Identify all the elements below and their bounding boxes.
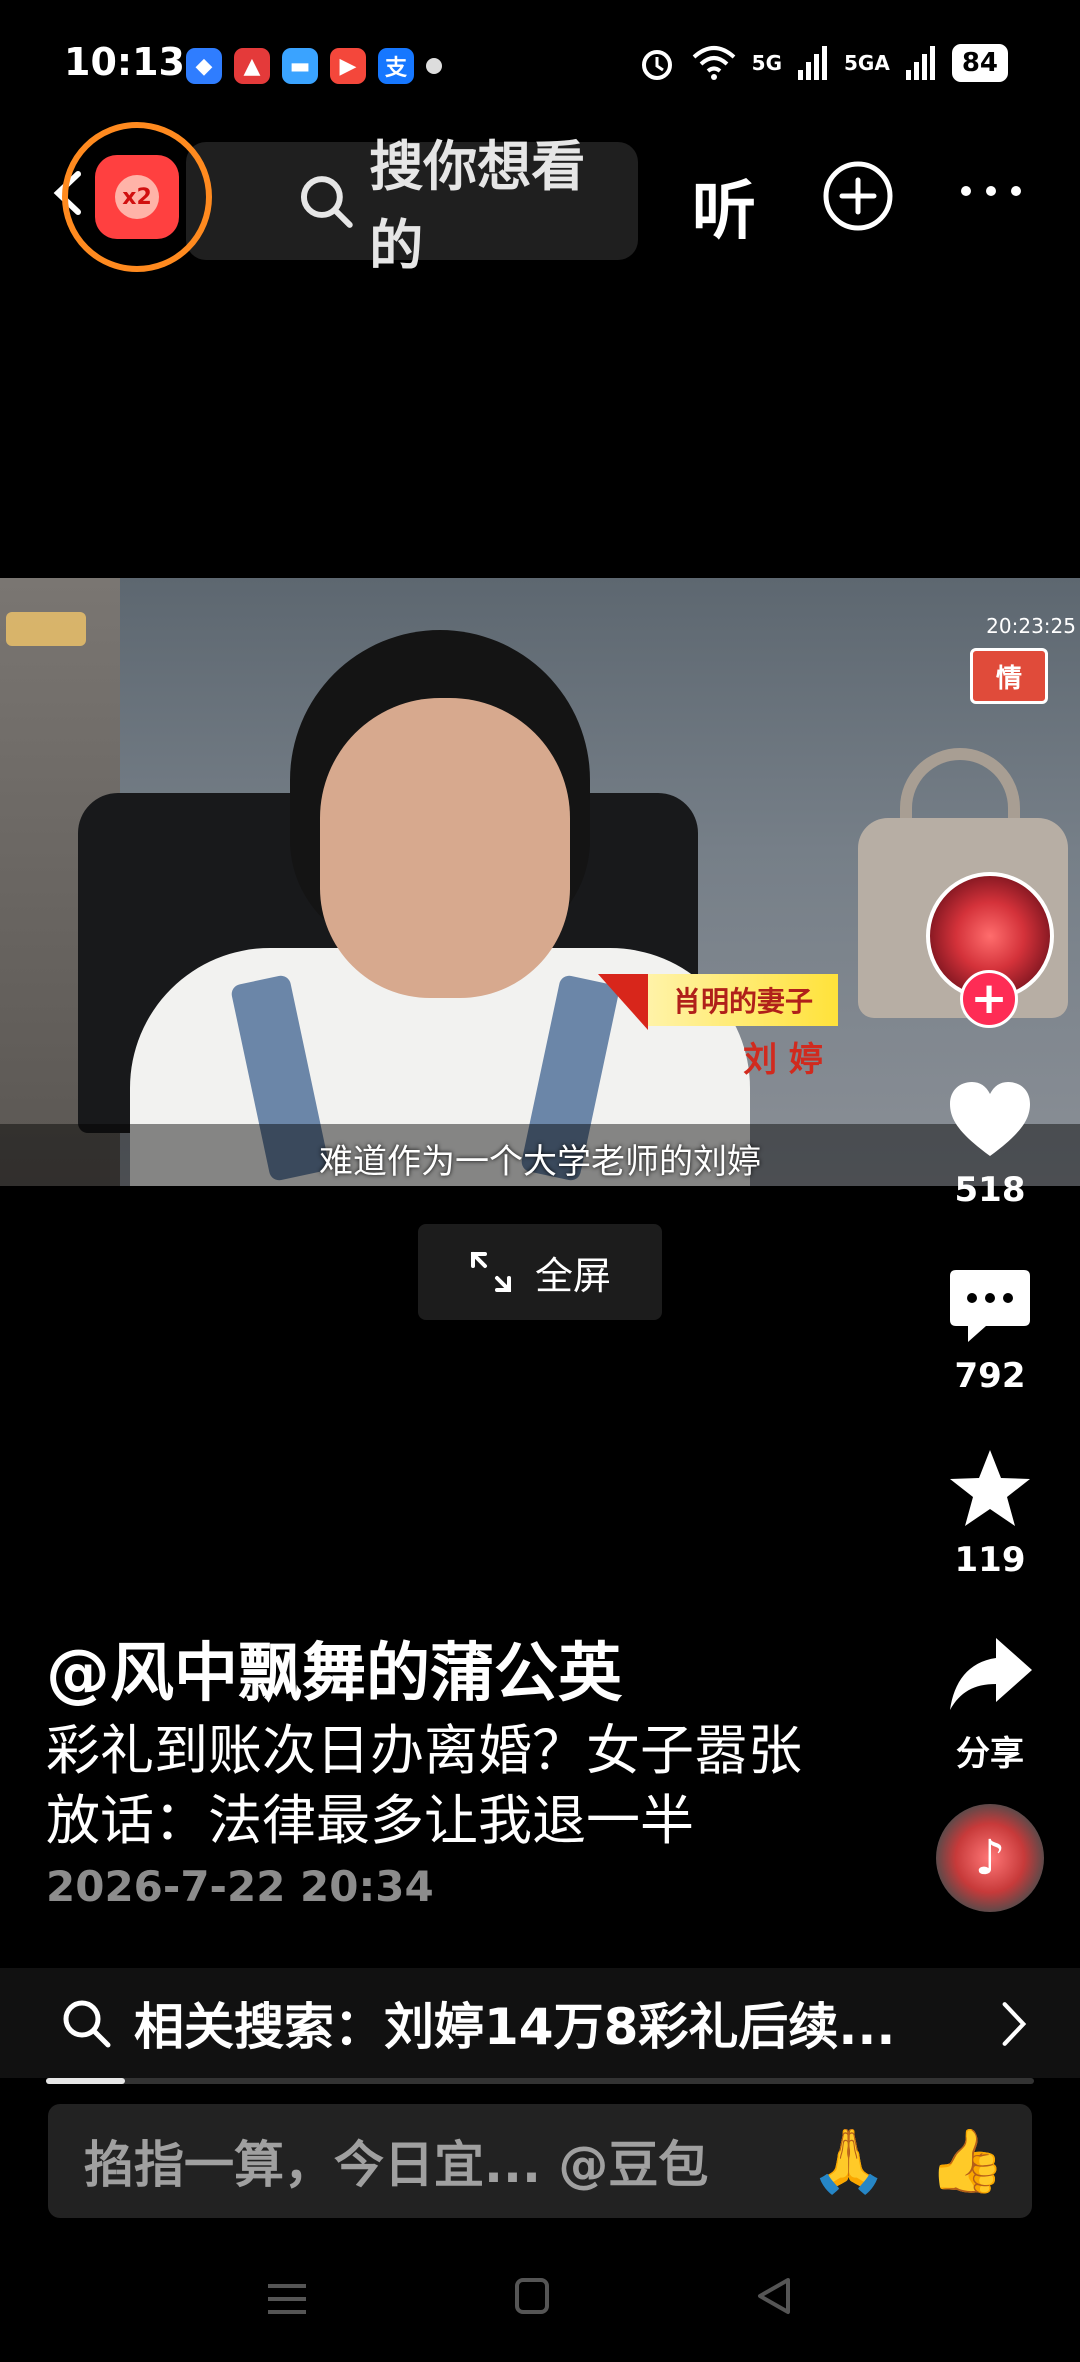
fullscreen-label: 全屏 bbox=[534, 1253, 611, 1298]
related-search-bar[interactable]: 相关搜索：刘婷14万8彩礼后续... bbox=[0, 1968, 1080, 2078]
pray-emoji-button[interactable]: 🙏 bbox=[810, 2124, 887, 2198]
notification-dot-icon bbox=[426, 58, 442, 74]
wallet-app-icon: ▬ bbox=[282, 48, 318, 84]
related-search-text: 相关搜索：刘婷14万8彩礼后续... bbox=[134, 1998, 896, 2056]
browser-app-icon: ◆ bbox=[186, 48, 222, 84]
listen-button[interactable]: 听 bbox=[692, 160, 756, 252]
follow-button[interactable]: + bbox=[960, 970, 1018, 1028]
video-description: 彩礼到账次日办离婚？女子嚣张放话：法律最多让我退一半 bbox=[46, 1719, 802, 1852]
like-button[interactable]: 518 bbox=[932, 1076, 1048, 1210]
video-app-icon: ▶ bbox=[330, 48, 366, 84]
shopping-app-icon: ▲ bbox=[234, 48, 270, 84]
caption-tag-title: 肖明的妻子 bbox=[648, 974, 838, 1026]
more-options-icon[interactable] bbox=[958, 176, 1024, 206]
comment-placeholder: 掐指一算，今日宜... @豆包 bbox=[84, 2136, 709, 2194]
name-caption-tag: 肖明的妻子 刘 婷 bbox=[598, 974, 838, 1092]
favorite-button[interactable]: 119 bbox=[932, 1446, 1048, 1580]
favorite-count: 119 bbox=[954, 1540, 1026, 1580]
signal-5ga-label: 5GA bbox=[844, 51, 890, 75]
author-name[interactable]: @风中飘舞的蒲公英 bbox=[46, 1622, 622, 1714]
post-date: 2026-7-22 20:34 bbox=[46, 1862, 434, 1911]
status-time: 10:13 bbox=[64, 40, 185, 84]
redpack-multiplier: x2 bbox=[115, 175, 159, 219]
nav-menu-icon[interactable] bbox=[266, 2282, 308, 2316]
search-input[interactable]: 搜你想看的 bbox=[186, 135, 638, 277]
signal-bars-icon bbox=[798, 46, 827, 80]
search-icon bbox=[300, 176, 353, 228]
star-icon bbox=[950, 1450, 1030, 1526]
status-app-icons: ◆ ▲ ▬ ▶ 支 bbox=[186, 48, 442, 84]
chevron-right-icon bbox=[1002, 2002, 1027, 2046]
search-placeholder: 搜你想看的 bbox=[369, 135, 586, 277]
video-player[interactable]: 20:23:25 情 肖明的妻子 刘 婷 难道作为一个大学老师的刘婷 bbox=[0, 578, 1080, 1186]
like-count: 518 bbox=[954, 1170, 1026, 1210]
add-circle-icon[interactable] bbox=[822, 160, 894, 232]
tv-station-logo bbox=[6, 612, 86, 646]
comment-icon bbox=[950, 1270, 1030, 1342]
share-label: 分享 bbox=[956, 1734, 1024, 1774]
battery-icon: 84 bbox=[951, 44, 1008, 82]
thumbs-up-emoji-button[interactable]: 👍 bbox=[928, 2124, 1005, 2198]
wifi-icon bbox=[692, 46, 735, 80]
comment-button[interactable]: 792 bbox=[932, 1262, 1048, 1396]
redpack-icon: x2 bbox=[95, 155, 179, 239]
status-right: 5G 5GA 84 bbox=[638, 44, 1008, 82]
nav-home-icon[interactable] bbox=[514, 2276, 550, 2316]
redpack-reward-button[interactable]: x2 bbox=[62, 122, 212, 272]
signal-bars-icon bbox=[905, 46, 935, 80]
video-subtitle: 难道作为一个大学老师的刘婷 bbox=[319, 1142, 761, 1182]
expand-icon bbox=[470, 1252, 511, 1292]
battery-level: 84 bbox=[961, 48, 998, 78]
share-button[interactable]: 分享 bbox=[932, 1632, 1048, 1775]
alipay-app-icon: 支 bbox=[378, 48, 414, 84]
tv-timestamp: 20:23:25 bbox=[986, 614, 1076, 638]
video-person-face bbox=[320, 698, 570, 998]
video-progress-fill bbox=[46, 2078, 126, 2084]
signal-5g-label: 5G bbox=[751, 51, 782, 75]
caption-tag-name: 刘 婷 bbox=[743, 1039, 823, 1080]
search-icon bbox=[63, 2000, 111, 2048]
heart-icon bbox=[950, 1082, 1030, 1156]
nav-back-icon[interactable] bbox=[756, 2276, 792, 2316]
alarm-icon bbox=[641, 50, 672, 80]
music-disc-icon[interactable]: ♪ bbox=[936, 1804, 1044, 1912]
tv-program-badge: 情 bbox=[970, 648, 1048, 704]
fullscreen-button[interactable]: 全屏 bbox=[418, 1224, 662, 1320]
video-progress-track[interactable] bbox=[46, 2078, 1034, 2084]
comment-count: 792 bbox=[954, 1356, 1026, 1396]
status-bar: 10:13 ◆ ▲ ▬ ▶ 支 5G 5GA 84 bbox=[0, 0, 1080, 130]
share-arrow-icon bbox=[950, 1638, 1032, 1710]
